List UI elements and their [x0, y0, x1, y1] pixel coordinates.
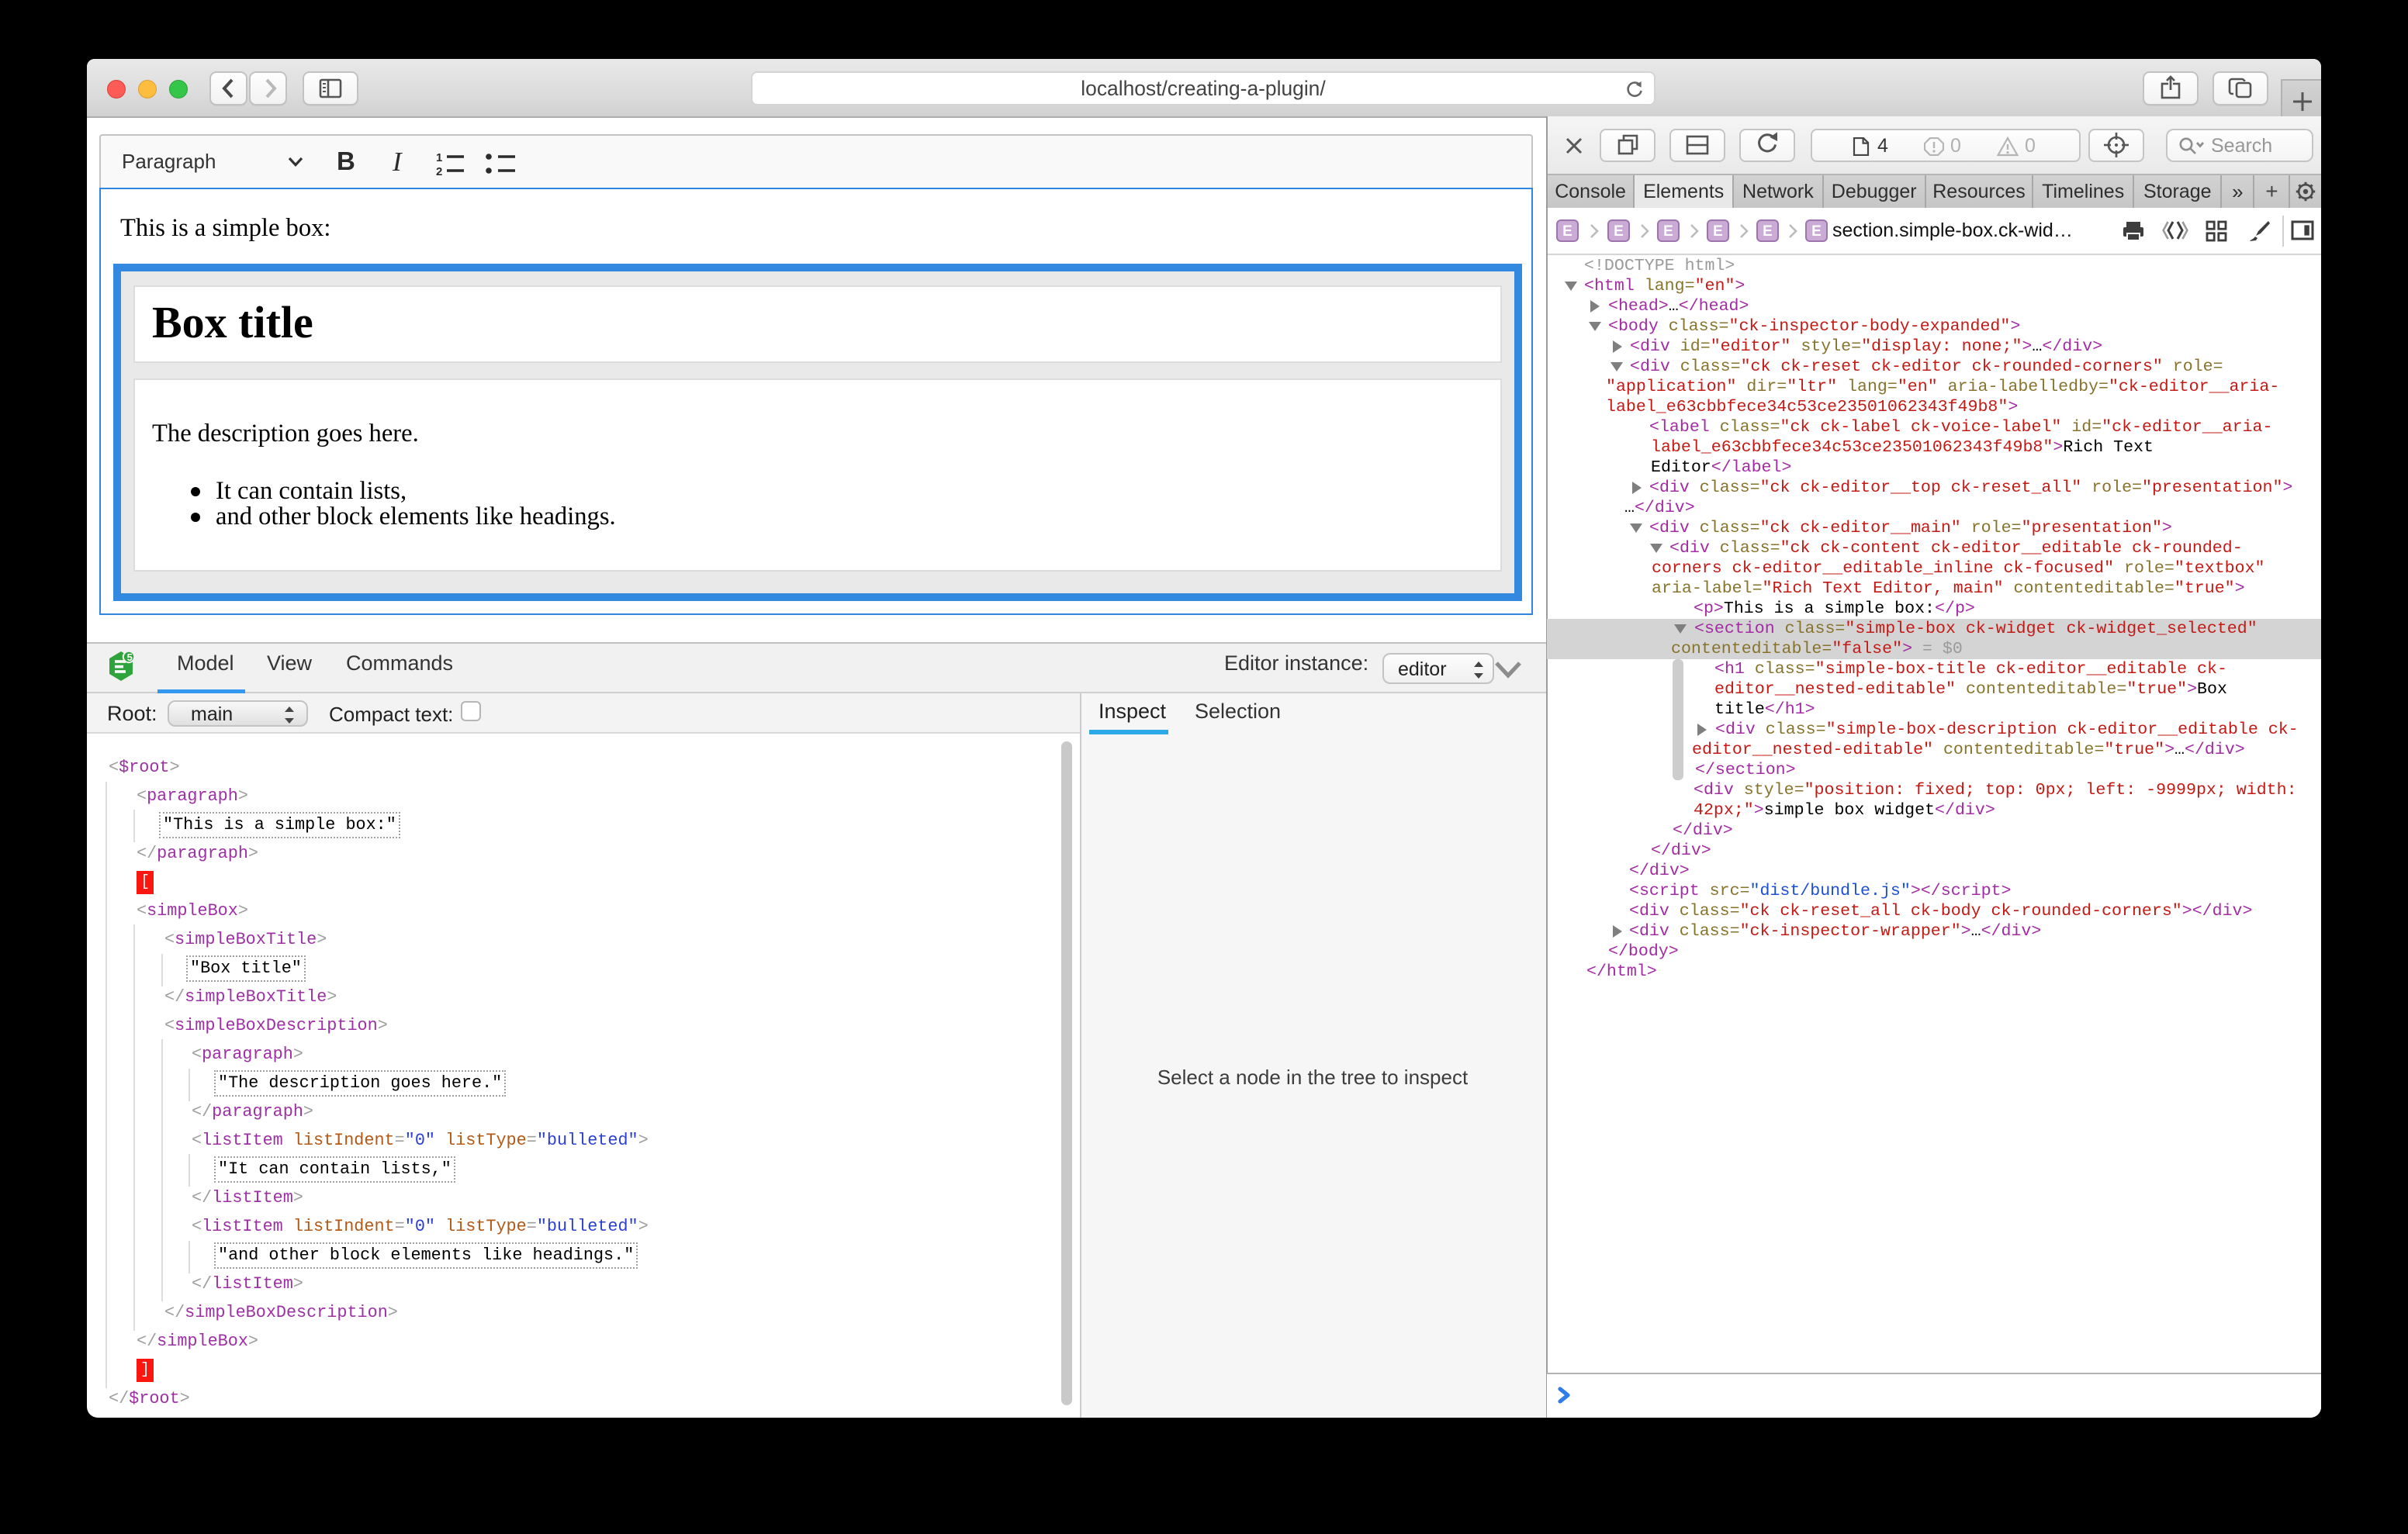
svg-text:5: 5 — [127, 651, 133, 663]
svg-text:2: 2 — [436, 165, 442, 176]
svg-text:1: 1 — [436, 151, 442, 164]
